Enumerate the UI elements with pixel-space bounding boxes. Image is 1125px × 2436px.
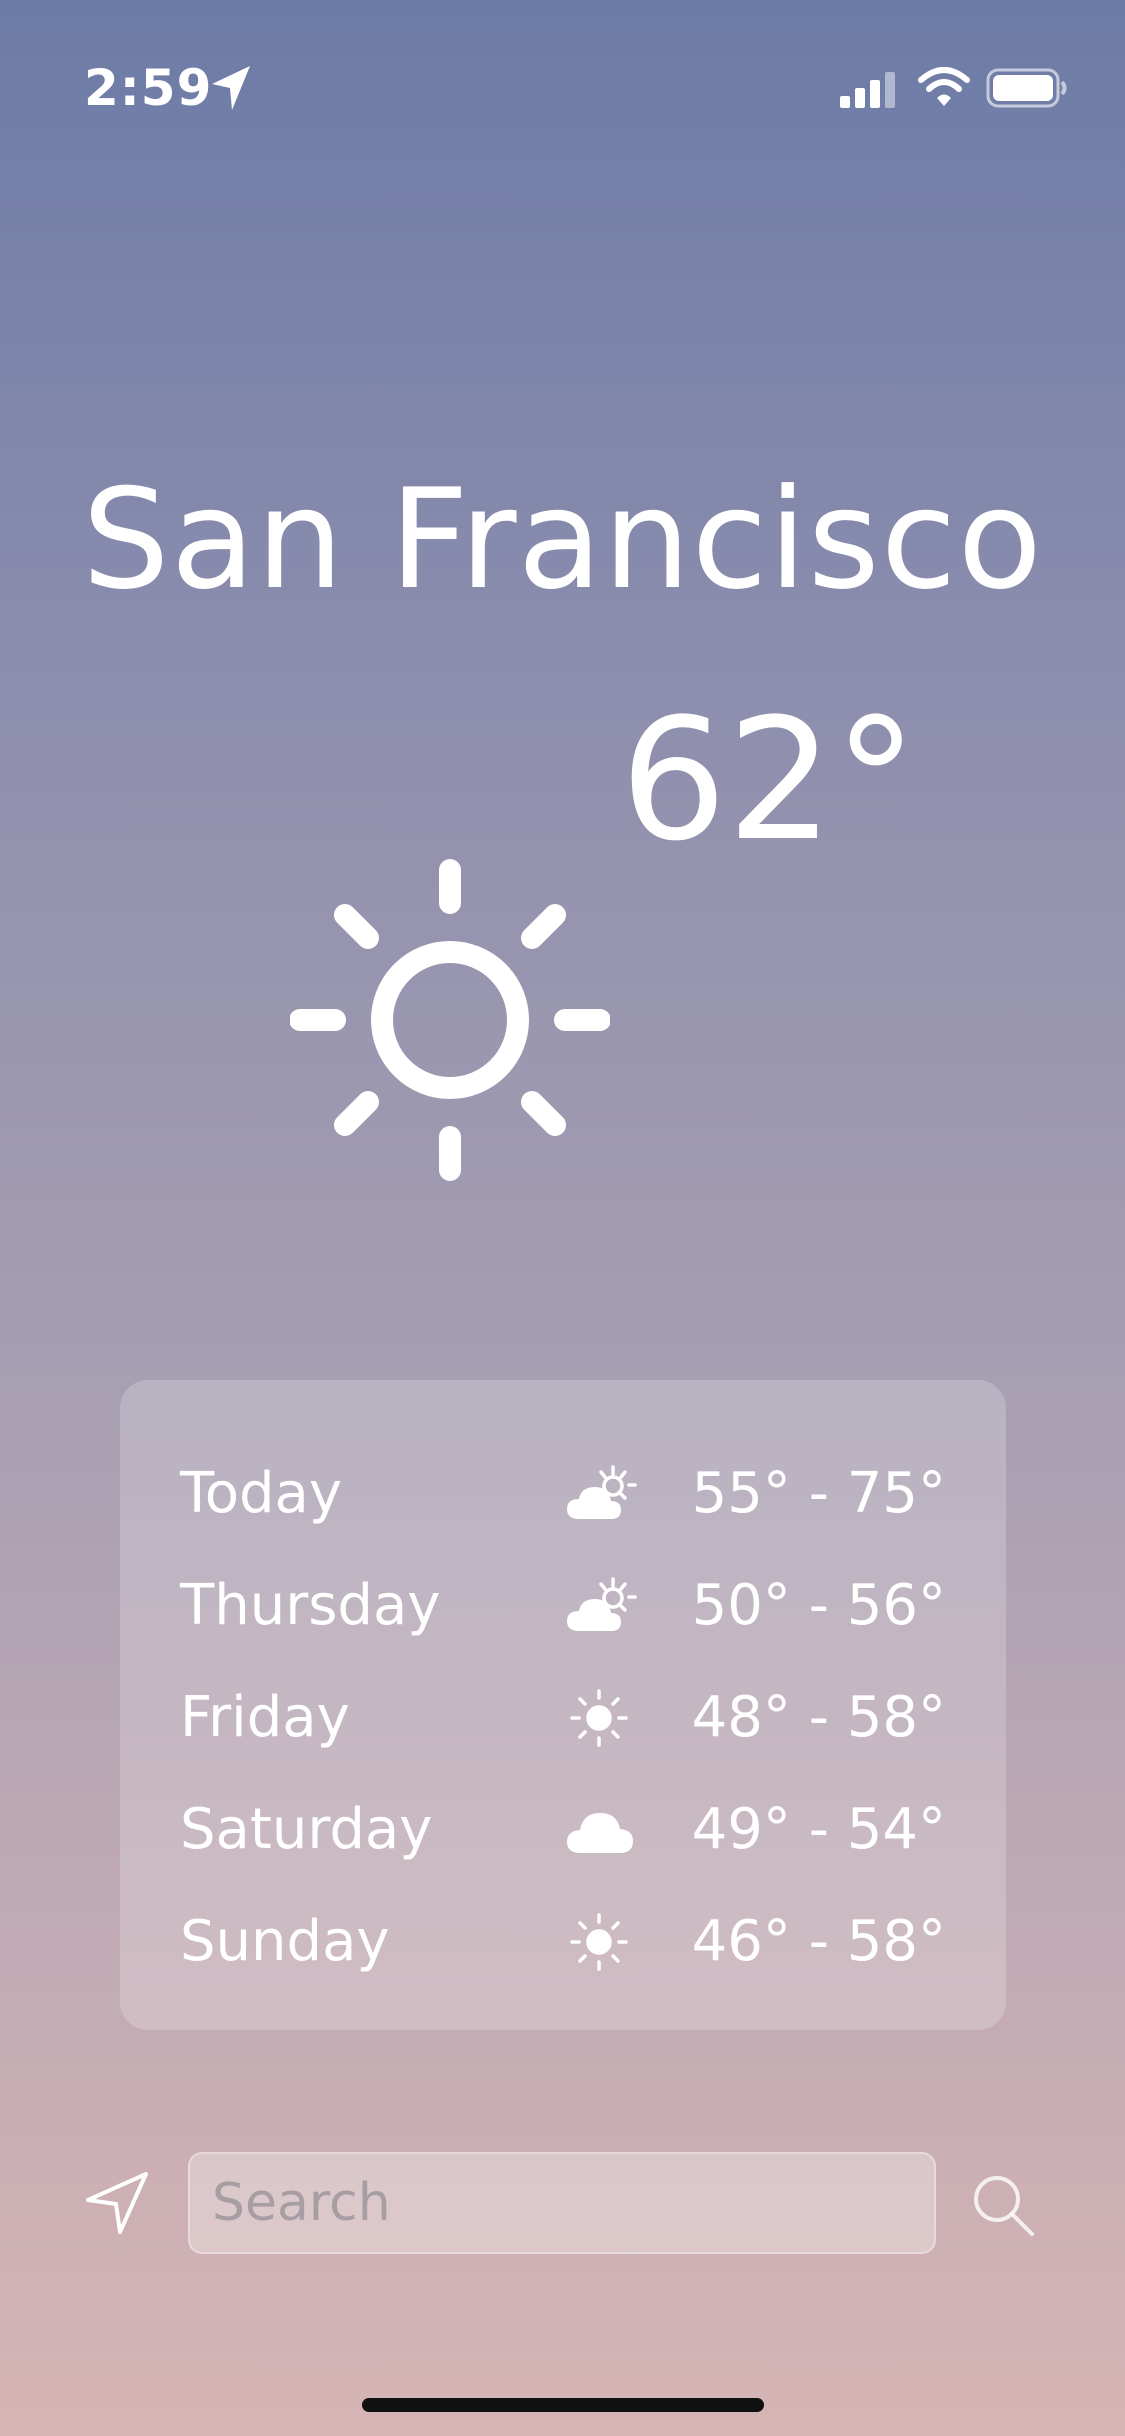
sun-icon bbox=[570, 1913, 628, 1971]
cellular-signal-icon bbox=[840, 72, 895, 108]
weather-screen: 2:59 San Francisco 62° Today 55° - 75° T… bbox=[0, 0, 1125, 2436]
forecast-day: Friday bbox=[180, 1685, 350, 1750]
partly-cloudy-icon bbox=[567, 1465, 637, 1519]
forecast-row: Thursday 50° - 56° bbox=[120, 1550, 1006, 1662]
forecast-row: Sunday 46° - 58° bbox=[120, 1886, 1006, 1998]
forecast-row: Saturday 49° - 54° bbox=[120, 1774, 1006, 1886]
cloud-icon bbox=[567, 1813, 633, 1853]
forecast-range: 48° - 58° bbox=[691, 1685, 946, 1750]
forecast-range: 55° - 75° bbox=[691, 1461, 946, 1526]
current-temperature: 62° bbox=[620, 682, 918, 878]
partly-cloudy-icon bbox=[567, 1577, 637, 1631]
search-input[interactable] bbox=[188, 2152, 936, 2254]
forecast-day: Sunday bbox=[180, 1909, 390, 1974]
forecast-day: Saturday bbox=[180, 1797, 433, 1862]
city-name: San Francisco bbox=[81, 459, 1043, 620]
wifi-icon bbox=[918, 67, 970, 106]
forecast-row: Today 55° - 75° bbox=[120, 1438, 1006, 1550]
forecast-range: 50° - 56° bbox=[691, 1573, 946, 1638]
sun-icon bbox=[290, 859, 610, 1181]
sun-icon bbox=[570, 1689, 628, 1747]
forecast-range: 46° - 58° bbox=[691, 1909, 946, 1974]
forecast-row: Friday 48° - 58° bbox=[120, 1662, 1006, 1774]
forecast-range: 49° - 54° bbox=[691, 1797, 946, 1862]
forecast-card: Today 55° - 75° Thursday 50° - 56° Frida… bbox=[120, 1380, 1006, 2030]
location-arrow-outline-icon[interactable] bbox=[84, 2170, 150, 2236]
battery-icon bbox=[986, 68, 1067, 108]
location-arrow-icon bbox=[212, 66, 250, 110]
status-time: 2:59 bbox=[84, 59, 213, 117]
home-indicator[interactable] bbox=[362, 2398, 764, 2412]
forecast-day: Thursday bbox=[180, 1573, 441, 1638]
forecast-day: Today bbox=[180, 1461, 342, 1526]
magnifier-icon[interactable] bbox=[970, 2172, 1036, 2238]
